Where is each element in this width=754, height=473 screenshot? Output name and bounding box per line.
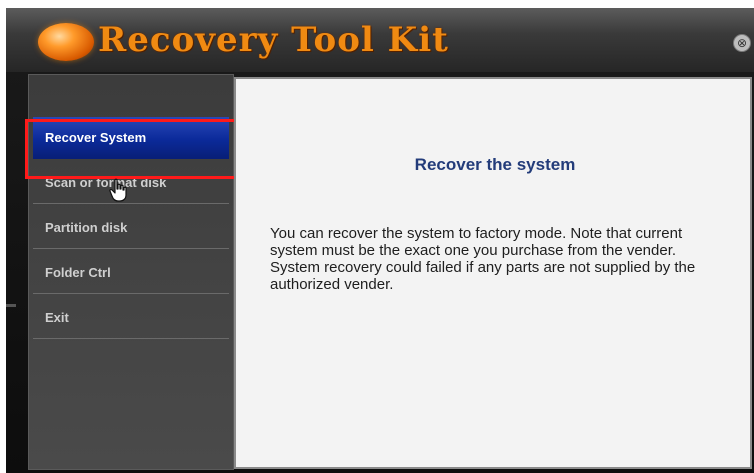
sidebar-item-folder-ctrl[interactable]: Folder Ctrl (33, 252, 229, 294)
sidebar-empty-slot (33, 342, 229, 384)
edge-mark (6, 304, 16, 307)
content-panel: Recover the system You can recover the s… (234, 77, 752, 469)
hand-pointer-icon (109, 178, 127, 202)
selection-highlight (25, 119, 237, 202)
logo-orb-icon (38, 23, 94, 61)
close-icon[interactable]: ⊗ (733, 34, 751, 52)
title-bar: Recovery Tool Kit ⊗ (6, 8, 754, 72)
sidebar-item-exit[interactable]: Exit (33, 297, 229, 339)
content-description: You can recover the system to factory mo… (270, 225, 696, 293)
content-title: Recover the system (414, 155, 576, 174)
recovery-screen: Recovery Tool Kit ⊗ Recover System Scan … (6, 8, 754, 473)
app-title: Recovery Tool Kit (98, 20, 449, 60)
sidebar-item-partition-disk[interactable]: Partition disk (33, 207, 229, 249)
